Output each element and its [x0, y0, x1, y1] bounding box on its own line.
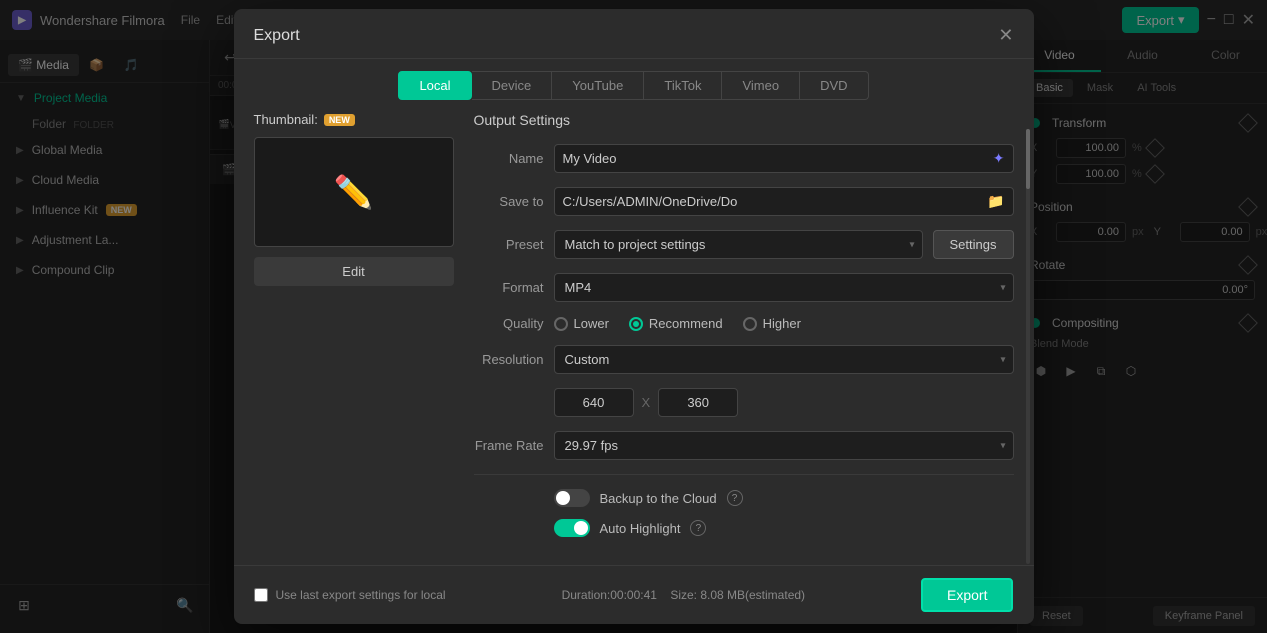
- resolution-row: Resolution Custom 1920x1080 1280x720 640…: [474, 345, 1014, 374]
- format-select-wrapper: MP4 MOV AVI ▾: [554, 273, 1014, 302]
- ai-icon[interactable]: ✦: [993, 150, 1005, 167]
- quality-lower[interactable]: Lower: [554, 316, 609, 331]
- output-settings-title: Output Settings: [474, 112, 1014, 128]
- radio-lower: [554, 317, 568, 331]
- frame-rate-row: Frame Rate 29.97 fps 24 fps 30 fps 60 fp…: [474, 431, 1014, 460]
- tab-youtube[interactable]: YouTube: [552, 71, 644, 100]
- folder-browse-icon[interactable]: 📁: [987, 193, 1004, 210]
- last-settings-checkbox[interactable]: [254, 588, 268, 602]
- auto-highlight-label: Auto Highlight: [600, 521, 681, 536]
- footer-info: Duration:00:00:41 Size: 8.08 MB(estimate…: [562, 588, 805, 602]
- resolution-label: Resolution: [474, 352, 544, 367]
- save-to-wrapper: 📁: [554, 187, 1014, 216]
- quality-row: Quality Lower Recommend Higher: [474, 316, 1014, 331]
- tab-local[interactable]: Local: [398, 71, 471, 100]
- x-divider: X: [642, 395, 651, 410]
- save-to-label: Save to: [474, 194, 544, 209]
- backup-cloud-label: Backup to the Cloud: [600, 491, 717, 506]
- modal-tabs: Local Device YouTube TikTok Vimeo DVD: [234, 59, 1034, 112]
- tab-vimeo[interactable]: Vimeo: [722, 71, 800, 100]
- tab-device[interactable]: Device: [472, 71, 553, 100]
- thumbnail-placeholder-icon: ✏️: [334, 173, 374, 211]
- thumbnail-label: Thumbnail: NEW: [254, 112, 454, 127]
- preset-row: Preset Match to project settings Custom …: [474, 230, 1014, 259]
- settings-button[interactable]: Settings: [933, 230, 1014, 259]
- modal-header: Export ✕: [234, 9, 1034, 59]
- resolution-inputs: X: [554, 388, 1014, 417]
- edit-thumbnail-button[interactable]: Edit: [254, 257, 454, 286]
- format-select[interactable]: MP4 MOV AVI: [554, 273, 1014, 302]
- modal-close-button[interactable]: ✕: [998, 25, 1013, 46]
- quality-label: Quality: [474, 316, 544, 331]
- radio-recommend: [629, 317, 643, 331]
- save-to-input[interactable]: [563, 188, 988, 215]
- auto-highlight-help-icon[interactable]: ?: [690, 520, 706, 536]
- settings-divider: [474, 474, 1014, 475]
- thumbnail-preview: ✏️: [254, 137, 454, 247]
- quality-options: Lower Recommend Higher: [554, 316, 1014, 331]
- export-button[interactable]: Export: [921, 578, 1013, 612]
- format-label: Format: [474, 280, 544, 295]
- quality-higher[interactable]: Higher: [743, 316, 801, 331]
- tab-tiktok[interactable]: TikTok: [644, 71, 722, 100]
- tab-dvd[interactable]: DVD: [800, 71, 868, 100]
- size-info: Size: 8.08 MB(estimated): [670, 588, 805, 602]
- preset-label: Preset: [474, 237, 544, 252]
- save-to-row: Save to 📁: [474, 187, 1014, 216]
- modal-overlay: Export ✕ Local Device YouTube TikTok Vim…: [0, 0, 1267, 633]
- name-input-wrapper: ✦: [554, 144, 1014, 173]
- quality-recommend[interactable]: Recommend: [629, 316, 723, 331]
- name-input[interactable]: [563, 145, 993, 172]
- export-modal: Export ✕ Local Device YouTube TikTok Vim…: [234, 9, 1034, 624]
- modal-body: Thumbnail: NEW ✏️ Edit Output Settings N…: [234, 112, 1034, 565]
- modal-footer: Use last export settings for local Durat…: [234, 565, 1034, 624]
- last-settings-label: Use last export settings for local: [276, 588, 446, 602]
- height-input[interactable]: [658, 388, 738, 417]
- frame-rate-select-wrapper: 29.97 fps 24 fps 30 fps 60 fps ▾: [554, 431, 1014, 460]
- auto-highlight-toggle[interactable]: [554, 519, 590, 537]
- name-row: Name ✦: [474, 144, 1014, 173]
- name-label: Name: [474, 151, 544, 166]
- modal-scrollbar[interactable]: [1026, 129, 1030, 564]
- resolution-select[interactable]: Custom 1920x1080 1280x720 640x360: [554, 345, 1014, 374]
- auto-highlight-row: Auto Highlight ?: [474, 519, 1014, 537]
- format-row: Format MP4 MOV AVI ▾: [474, 273, 1014, 302]
- frame-rate-label: Frame Rate: [474, 438, 544, 453]
- resolution-select-wrapper: Custom 1920x1080 1280x720 640x360 ▾: [554, 345, 1014, 374]
- radio-higher: [743, 317, 757, 331]
- frame-rate-select[interactable]: 29.97 fps 24 fps 30 fps 60 fps: [554, 431, 1014, 460]
- backup-cloud-row: Backup to the Cloud ?: [474, 489, 1014, 507]
- preset-select[interactable]: Match to project settings Custom: [554, 230, 923, 259]
- modal-title: Export: [254, 27, 300, 45]
- backup-help-icon[interactable]: ?: [727, 490, 743, 506]
- thumbnail-section: Thumbnail: NEW ✏️ Edit: [254, 112, 454, 549]
- output-settings: Output Settings Name ✦ Save to 📁: [474, 112, 1014, 549]
- width-input[interactable]: [554, 388, 634, 417]
- duration-info: Duration:00:00:41: [562, 588, 657, 602]
- preset-select-wrapper: Match to project settings Custom ▾: [554, 230, 923, 259]
- footer-left: Use last export settings for local: [254, 588, 446, 602]
- modal-scrollbar-thumb[interactable]: [1026, 129, 1030, 189]
- thumbnail-new-badge: NEW: [324, 114, 355, 126]
- resolution-inputs-row: X: [474, 388, 1014, 417]
- backup-cloud-toggle[interactable]: [554, 489, 590, 507]
